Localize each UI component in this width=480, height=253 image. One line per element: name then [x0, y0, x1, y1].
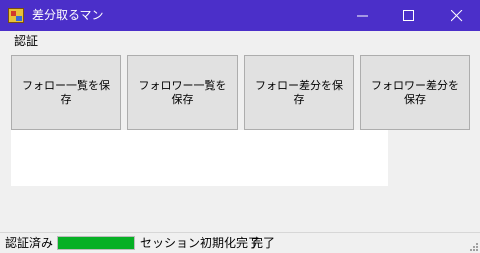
- minimize-button[interactable]: [340, 0, 386, 31]
- window-title: 差分取るマン: [32, 8, 104, 22]
- menu-bar: 認証: [0, 31, 480, 51]
- app-icon: [8, 8, 24, 23]
- progress-bar: [57, 236, 135, 250]
- save-followers-button[interactable]: フォロワー一覧を保存: [127, 55, 238, 130]
- auth-status-label: 認証済み: [5, 236, 54, 250]
- maximize-button[interactable]: [386, 0, 432, 31]
- save-following-diff-button[interactable]: フォロー差分を保存: [244, 55, 354, 130]
- menu-item-auth[interactable]: 認証: [8, 33, 44, 49]
- minimize-icon: [357, 15, 368, 17]
- close-button[interactable]: [434, 0, 480, 31]
- output-panel: [11, 130, 388, 186]
- status-bar: 認証済み セッション初期化完了 完了: [0, 232, 480, 253]
- save-following-button[interactable]: フォロー一覧を保存: [11, 55, 121, 130]
- close-icon: [451, 10, 463, 22]
- resize-grip-icon[interactable]: [468, 241, 478, 251]
- completion-status-label: 完了: [251, 236, 276, 250]
- title-bar[interactable]: 差分取るマン: [0, 0, 480, 31]
- progress-bar-fill: [58, 237, 134, 249]
- save-followers-diff-button[interactable]: フォロワー差分を保存: [360, 55, 470, 130]
- maximize-icon: [403, 10, 414, 21]
- session-status-label: セッション初期化完了: [140, 236, 261, 250]
